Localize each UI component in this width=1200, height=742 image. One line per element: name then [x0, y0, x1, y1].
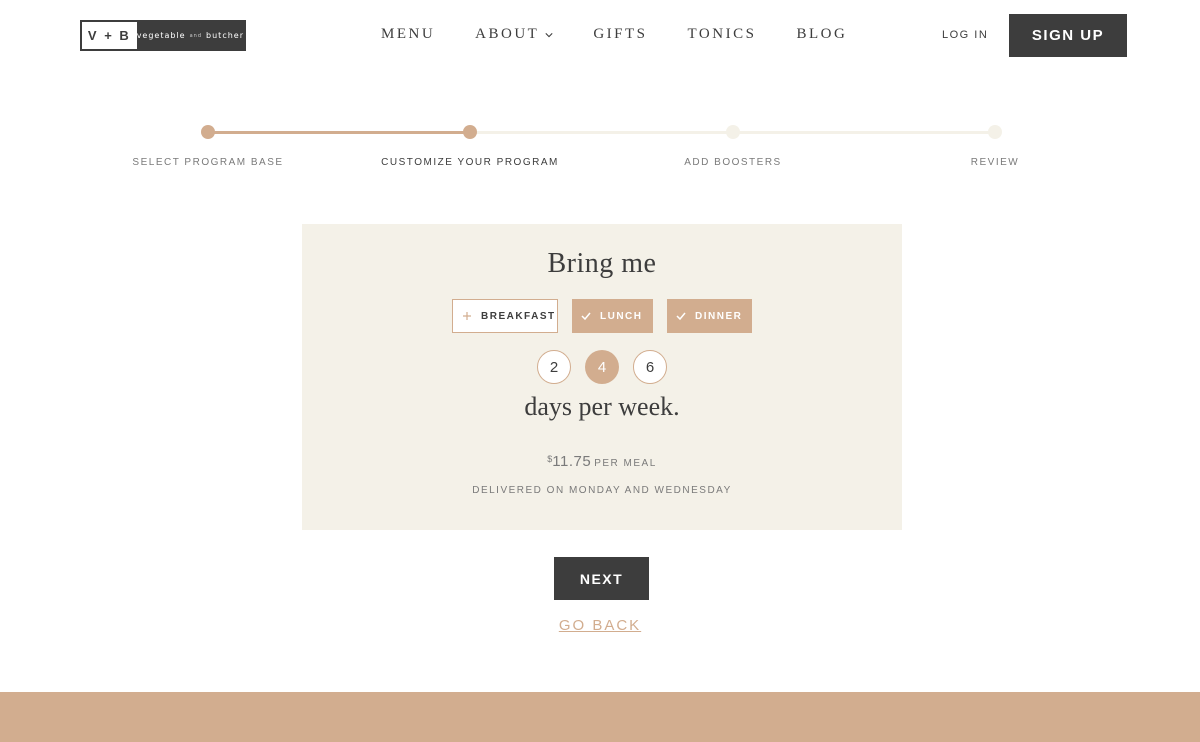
step-label-add-boosters: ADD BOOSTERS	[684, 157, 782, 168]
meal-option-lunch[interactable]: LUNCH	[572, 299, 653, 333]
step-label-select-program-base[interactable]: SELECT PROGRAM BASE	[132, 157, 283, 168]
nav-item-label: MENU	[381, 26, 436, 42]
price-per-meal: $11.75 PER MEAL	[302, 453, 902, 471]
step-dot-1[interactable]	[201, 125, 215, 139]
logo-wordmark: vegetable and butcher	[136, 22, 244, 49]
days-per-week-options: 2 4 6	[537, 350, 681, 384]
step-label-review: REVIEW	[970, 157, 1020, 168]
footer-band	[0, 692, 1200, 742]
progress-stepper: SELECT PROGRAM BASE CUSTOMIZE YOUR PROGR…	[0, 120, 1200, 180]
brand-logo[interactable]: V + B vegetable and butcher	[80, 20, 246, 51]
step-label-customize-program: CUSTOMIZE YOUR PROGRAM	[381, 157, 559, 168]
progress-track-complete	[208, 131, 470, 134]
next-button[interactable]: NEXT	[554, 557, 649, 600]
nav-item-label: TONICS	[687, 26, 757, 42]
check-icon	[676, 312, 686, 321]
day-option-2[interactable]: 2	[537, 350, 571, 384]
nav-item-about[interactable]: ABOUT	[475, 26, 553, 43]
nav-item-label: ABOUT	[475, 26, 540, 42]
go-back-link[interactable]: GO BACK	[559, 617, 641, 634]
price-unit: PER MEAL	[594, 458, 657, 469]
nav-item-gifts[interactable]: GIFTS	[593, 26, 647, 43]
step-dot-3	[726, 125, 740, 139]
nav-item-label: GIFTS	[593, 26, 648, 42]
meal-option-dinner[interactable]: DINNER	[667, 299, 752, 333]
logo-word-1: vegetable	[136, 31, 186, 40]
meal-option-label: BREAKFAST	[481, 310, 556, 322]
plus-icon	[463, 312, 471, 320]
meal-option-label: DINNER	[695, 310, 743, 322]
program-options-card: Bring me BREAKFAST LUNCH DINNER 2 4 6 da…	[302, 224, 902, 530]
day-option-6[interactable]: 6	[633, 350, 667, 384]
logo-amp: and	[189, 32, 203, 39]
signup-button[interactable]: SIGN UP	[1009, 14, 1127, 57]
day-option-4[interactable]: 4	[585, 350, 619, 384]
nav-item-menu[interactable]: MENU	[381, 26, 435, 43]
meal-option-label: LUNCH	[600, 310, 643, 322]
price-amount: 11.75	[552, 453, 592, 470]
go-back-container: GO BACK	[0, 617, 1200, 635]
nav-item-blog[interactable]: BLOG	[796, 26, 847, 43]
meal-options: BREAKFAST LUNCH DINNER	[452, 299, 766, 333]
chevron-down-icon	[545, 32, 553, 37]
logo-mark: V + B	[82, 22, 137, 49]
step-dot-2[interactable]	[463, 125, 477, 139]
nav-item-label: BLOG	[796, 26, 848, 42]
days-per-week-text: days per week.	[524, 392, 680, 421]
main-nav: MENU ABOUT GIFTS TONICS BLOG	[381, 26, 847, 43]
check-icon	[581, 312, 591, 321]
card-title: Bring me	[547, 248, 657, 279]
price-currency: $	[547, 454, 553, 464]
step-dot-4	[988, 125, 1002, 139]
nav-item-tonics[interactable]: TONICS	[688, 26, 757, 43]
delivery-schedule: DELIVERED ON MONDAY AND WEDNESDAY	[472, 485, 732, 496]
login-link[interactable]: LOG IN	[942, 29, 988, 41]
logo-word-2: butcher	[206, 31, 244, 40]
meal-option-breakfast[interactable]: BREAKFAST	[452, 299, 558, 333]
